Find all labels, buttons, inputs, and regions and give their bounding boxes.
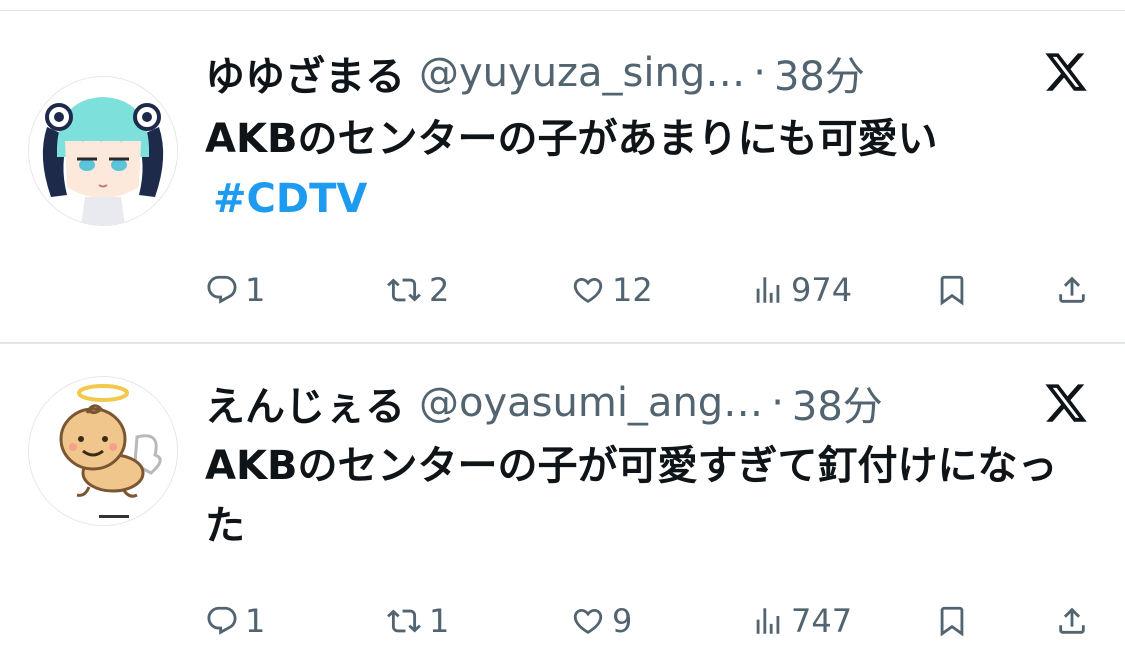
x-logo-icon[interactable] — [1043, 49, 1089, 95]
display-name[interactable]: えんじぇる — [205, 374, 405, 432]
share-button[interactable] — [1055, 265, 1089, 315]
reply-button[interactable]: 1 — [205, 596, 265, 646]
hashtag-link[interactable]: #CDTV — [213, 169, 367, 229]
retweet-icon — [387, 278, 421, 302]
user-handle[interactable]: @oyasumi_ang… — [419, 380, 763, 426]
tweet-header: えんじぇる @oyasumi_ang… · 38分 — [205, 373, 1125, 433]
tweet-text: AKBのセンターの子があまりにも可愛い #CDTV — [205, 109, 1085, 229]
retweet-button[interactable]: 2 — [385, 265, 449, 315]
avatar[interactable] — [28, 376, 178, 526]
reply-icon — [207, 606, 237, 635]
bookmark-button[interactable] — [935, 265, 969, 315]
like-button[interactable]: 12 — [570, 265, 653, 315]
retweet-count: 1 — [429, 602, 450, 640]
like-count: 12 — [612, 271, 653, 309]
tweet-actions: 1 1 9 747 — [205, 596, 1095, 646]
anime-girl-avatar-icon — [29, 77, 177, 225]
tweet-body: AKBのセンターの子があまりにも可愛い — [205, 116, 938, 162]
retweet-count: 2 — [429, 271, 450, 309]
views-icon — [756, 608, 780, 634]
share-button[interactable] — [1055, 596, 1089, 646]
views-button[interactable]: 747 — [751, 596, 852, 646]
tweet-text: AKBのセンターの子が可愛すぎて釘付けになった — [205, 436, 1085, 556]
retweet-button[interactable]: 1 — [385, 596, 449, 646]
user-handle[interactable]: @yuyuza_sing… — [419, 50, 745, 96]
tweet-body: AKBのセンターの子が可愛すぎて釘付けになった — [205, 443, 1058, 549]
like-count: 9 — [612, 602, 633, 640]
timestamp[interactable]: 38分 — [774, 44, 865, 102]
avatar[interactable] — [28, 76, 178, 226]
bookmark-icon — [940, 606, 964, 637]
heart-icon — [573, 277, 603, 303]
x-logo-icon[interactable] — [1043, 380, 1089, 426]
like-button[interactable]: 9 — [570, 596, 632, 646]
tweet-header: ゆゆざまる @yuyuza_sing… · 38分 — [205, 43, 1125, 103]
reply-icon — [207, 275, 237, 304]
bookmark-button[interactable] — [935, 596, 969, 646]
views-button[interactable]: 974 — [751, 265, 852, 315]
separator-dot: · — [753, 50, 766, 96]
bookmark-icon — [940, 275, 964, 306]
separator-dot: · — [771, 380, 784, 426]
reply-button[interactable]: 1 — [205, 265, 265, 315]
tweet-item[interactable]: ゆゆざまる @yuyuza_sing… · 38分 AKBのセンターの子があまり… — [0, 11, 1125, 342]
views-icon — [756, 277, 780, 303]
retweet-icon — [387, 609, 421, 633]
reply-count: 1 — [245, 602, 266, 640]
heart-icon — [573, 608, 603, 634]
display-name[interactable]: ゆゆざまる — [205, 44, 405, 102]
tweet-item[interactable]: えんじぇる @oyasumi_ang… · 38分 AKBのセンターの子が可愛す… — [0, 344, 1125, 657]
tweet-actions: 1 2 12 974 — [205, 265, 1095, 315]
view-count: 974 — [791, 271, 853, 309]
share-icon — [1059, 607, 1085, 634]
angel-baby-avatar-icon — [29, 377, 177, 525]
reply-count: 1 — [245, 271, 266, 309]
share-icon — [1059, 276, 1085, 303]
timestamp[interactable]: 38分 — [792, 374, 883, 432]
view-count: 747 — [791, 602, 853, 640]
